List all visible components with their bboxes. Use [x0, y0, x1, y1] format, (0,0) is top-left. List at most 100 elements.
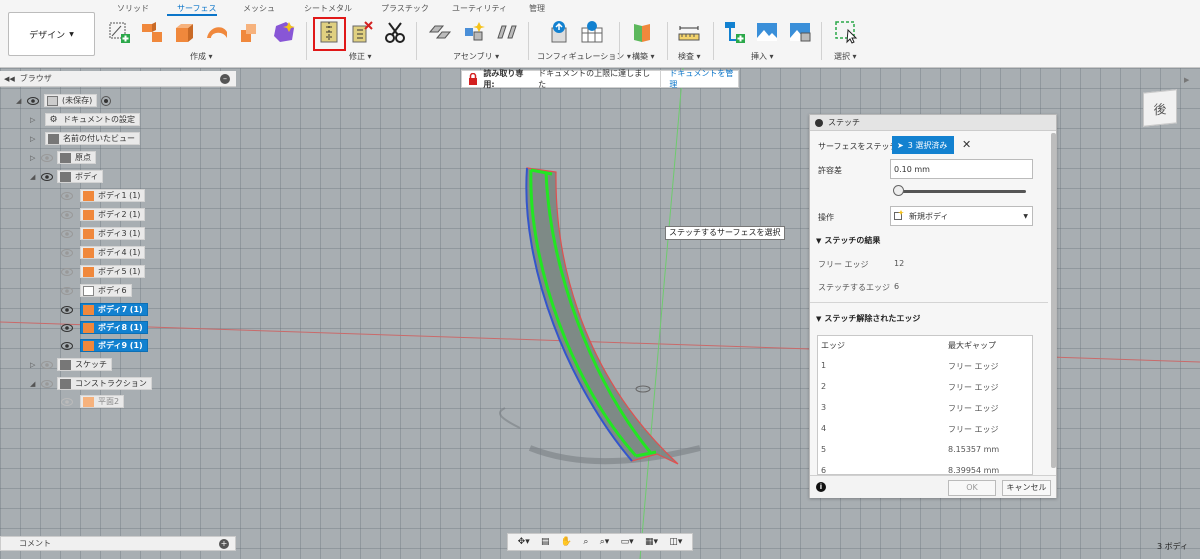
group-modify-label[interactable]: 修正 ▾: [349, 51, 372, 62]
table-row[interactable]: 6 8.39954 mm: [818, 463, 1032, 474]
collapse-triangle-icon[interactable]: ◢: [30, 380, 40, 388]
offset-plane-icon[interactable]: [630, 20, 654, 44]
table-row[interactable]: 5 8.15357 mm: [818, 442, 1032, 458]
look-at-icon[interactable]: ▤: [541, 537, 550, 547]
add-comment-icon[interactable]: +: [219, 539, 229, 549]
browser-item-plane[interactable]: 平面2: [60, 394, 125, 409]
browser-item-body-selected[interactable]: ボディ9 (1): [60, 338, 148, 353]
manage-documents-link[interactable]: ドキュメントを管理: [660, 69, 738, 89]
activate-radio-icon[interactable]: [101, 95, 112, 106]
eye-hidden-icon[interactable]: [60, 209, 74, 221]
zoom-icon[interactable]: ⌕: [583, 537, 588, 547]
eye-hidden-icon[interactable]: [60, 285, 74, 297]
browser-item-box[interactable]: (未保存): [44, 94, 98, 107]
insert-canvas-icon[interactable]: [755, 20, 779, 44]
configure-icon[interactable]: [548, 20, 572, 44]
browser-item-origin[interactable]: ▷ 原点: [30, 150, 96, 165]
group-create-label[interactable]: 作成 ▾: [190, 51, 213, 62]
browser-item-box[interactable]: ボディ: [57, 170, 104, 183]
unstitch-icon[interactable]: [350, 20, 374, 44]
browser-item-body[interactable]: ボディ5 (1): [60, 264, 146, 279]
tolerance-slider-handle[interactable]: [893, 185, 904, 196]
results-section-header[interactable]: ▼ ステッチの結果: [816, 235, 880, 246]
browser-item-box[interactable]: ボディ5 (1): [80, 265, 146, 278]
browser-item-box[interactable]: ⚙ ドキュメントの設定: [45, 113, 140, 126]
collapse-triangle-icon[interactable]: ◢: [30, 173, 40, 181]
browser-item-box[interactable]: ボディ3 (1): [80, 227, 146, 240]
group-select-label[interactable]: 選択 ▾: [834, 51, 857, 62]
eye-hidden-icon[interactable]: [60, 396, 74, 408]
tab-solid[interactable]: ソリッド: [117, 3, 149, 14]
tab-mesh[interactable]: メッシュ: [243, 3, 275, 14]
view-cube-rotate-arrow-icon[interactable]: ▶: [1184, 76, 1189, 84]
collapse-arrows-icon[interactable]: ◀◀: [4, 75, 15, 83]
collapse-triangle-icon[interactable]: ◢: [16, 97, 26, 105]
collapse-dot-icon[interactable]: [815, 118, 823, 127]
browser-item-body-selected[interactable]: ボディ7 (1): [60, 302, 148, 317]
patch-icon[interactable]: [272, 20, 296, 44]
browser-item-box[interactable]: ボディ7 (1): [80, 303, 148, 316]
browser-item-box[interactable]: ボディ9 (1): [80, 339, 148, 352]
browser-item-box[interactable]: 名前の付いたビュー: [45, 132, 140, 145]
dialog-header[interactable]: ステッチ: [810, 115, 1056, 131]
browser-item-construction[interactable]: ◢ コンストラクション: [30, 376, 152, 391]
loft-icon[interactable]: [238, 20, 262, 44]
browser-item-box[interactable]: 原点: [57, 151, 96, 164]
operation-select[interactable]: 新規ボディ ▼: [890, 206, 1033, 226]
tab-utility[interactable]: ユーティリティ: [452, 3, 507, 14]
tab-sheet-metal[interactable]: シートメタル: [304, 3, 352, 14]
clear-selection-icon[interactable]: ✕: [962, 138, 971, 151]
browser-item-named-views[interactable]: ▷ 名前の付いたビュー: [30, 131, 140, 146]
eye-icon[interactable]: [60, 340, 74, 352]
sweep-icon[interactable]: [205, 20, 229, 44]
workspace-switcher[interactable]: デザイン ▼: [8, 12, 95, 56]
eye-icon[interactable]: [60, 304, 74, 316]
extrude-icon[interactable]: [140, 20, 164, 44]
browser-item-box[interactable]: 平面2: [80, 395, 125, 408]
browser-item-box[interactable]: ボディ4 (1): [80, 246, 146, 259]
orbit-icon[interactable]: ✥▾: [518, 537, 530, 547]
expand-triangle-icon[interactable]: ▷: [30, 361, 40, 369]
tab-manage[interactable]: 管理: [529, 3, 545, 14]
decal-icon[interactable]: [788, 20, 812, 44]
expand-triangle-icon[interactable]: ▷: [30, 154, 40, 162]
browser-item-box[interactable]: コンストラクション: [57, 377, 152, 390]
zoom-window-icon[interactable]: ⌕▾: [600, 537, 610, 547]
eye-hidden-icon[interactable]: [60, 247, 74, 259]
browser-item-bodies[interactable]: ◢ ボディ: [30, 169, 104, 184]
stitch-icon[interactable]: [317, 20, 341, 44]
browser-item-body[interactable]: ボディ4 (1): [60, 245, 146, 260]
browser-item-box[interactable]: スケッチ: [57, 358, 112, 371]
pan-hand-icon[interactable]: ✋: [561, 537, 572, 547]
eye-hidden-icon[interactable]: [40, 152, 54, 164]
browser-item-body[interactable]: ボディ1 (1): [60, 188, 146, 203]
tolerance-slider-track[interactable]: [894, 190, 1026, 193]
tab-plastic[interactable]: プラスチック: [381, 3, 429, 14]
as-built-joint-icon[interactable]: [495, 20, 519, 44]
expand-triangle-icon[interactable]: ▷: [30, 135, 40, 143]
browser-minimize-icon[interactable]: –: [220, 74, 230, 84]
revolve-icon[interactable]: [172, 20, 196, 44]
cancel-button[interactable]: キャンセル: [1002, 480, 1051, 496]
group-insert-label[interactable]: 挿入 ▾: [751, 51, 774, 62]
new-component-icon[interactable]: [428, 20, 452, 44]
dialog-scrollbar[interactable]: [1051, 133, 1056, 468]
browser-item-box[interactable]: ボディ1 (1): [80, 189, 146, 202]
expand-triangle-icon[interactable]: ▷: [30, 116, 40, 124]
group-construct-label[interactable]: 構築 ▾: [632, 51, 655, 62]
eye-icon[interactable]: [40, 171, 54, 183]
group-configure-label[interactable]: コンフィギュレーション ▾: [537, 51, 631, 62]
eye-icon[interactable]: [26, 95, 40, 107]
comments-panel-header[interactable]: コメント +: [0, 536, 236, 551]
info-icon[interactable]: i: [816, 482, 826, 492]
trim-scissors-icon[interactable]: [383, 20, 407, 44]
insert-derive-icon[interactable]: [722, 20, 746, 44]
browser-item-sketches[interactable]: ▷ スケッチ: [30, 357, 112, 372]
browser-item-box[interactable]: ボディ6: [80, 284, 132, 297]
joint-icon[interactable]: [462, 20, 486, 44]
view-cube[interactable]: 後: [1143, 89, 1177, 127]
eye-icon[interactable]: [60, 322, 74, 334]
display-settings-icon[interactable]: ▭▾: [621, 537, 634, 547]
create-sketch-icon[interactable]: [107, 20, 131, 44]
select-icon[interactable]: [834, 20, 858, 44]
